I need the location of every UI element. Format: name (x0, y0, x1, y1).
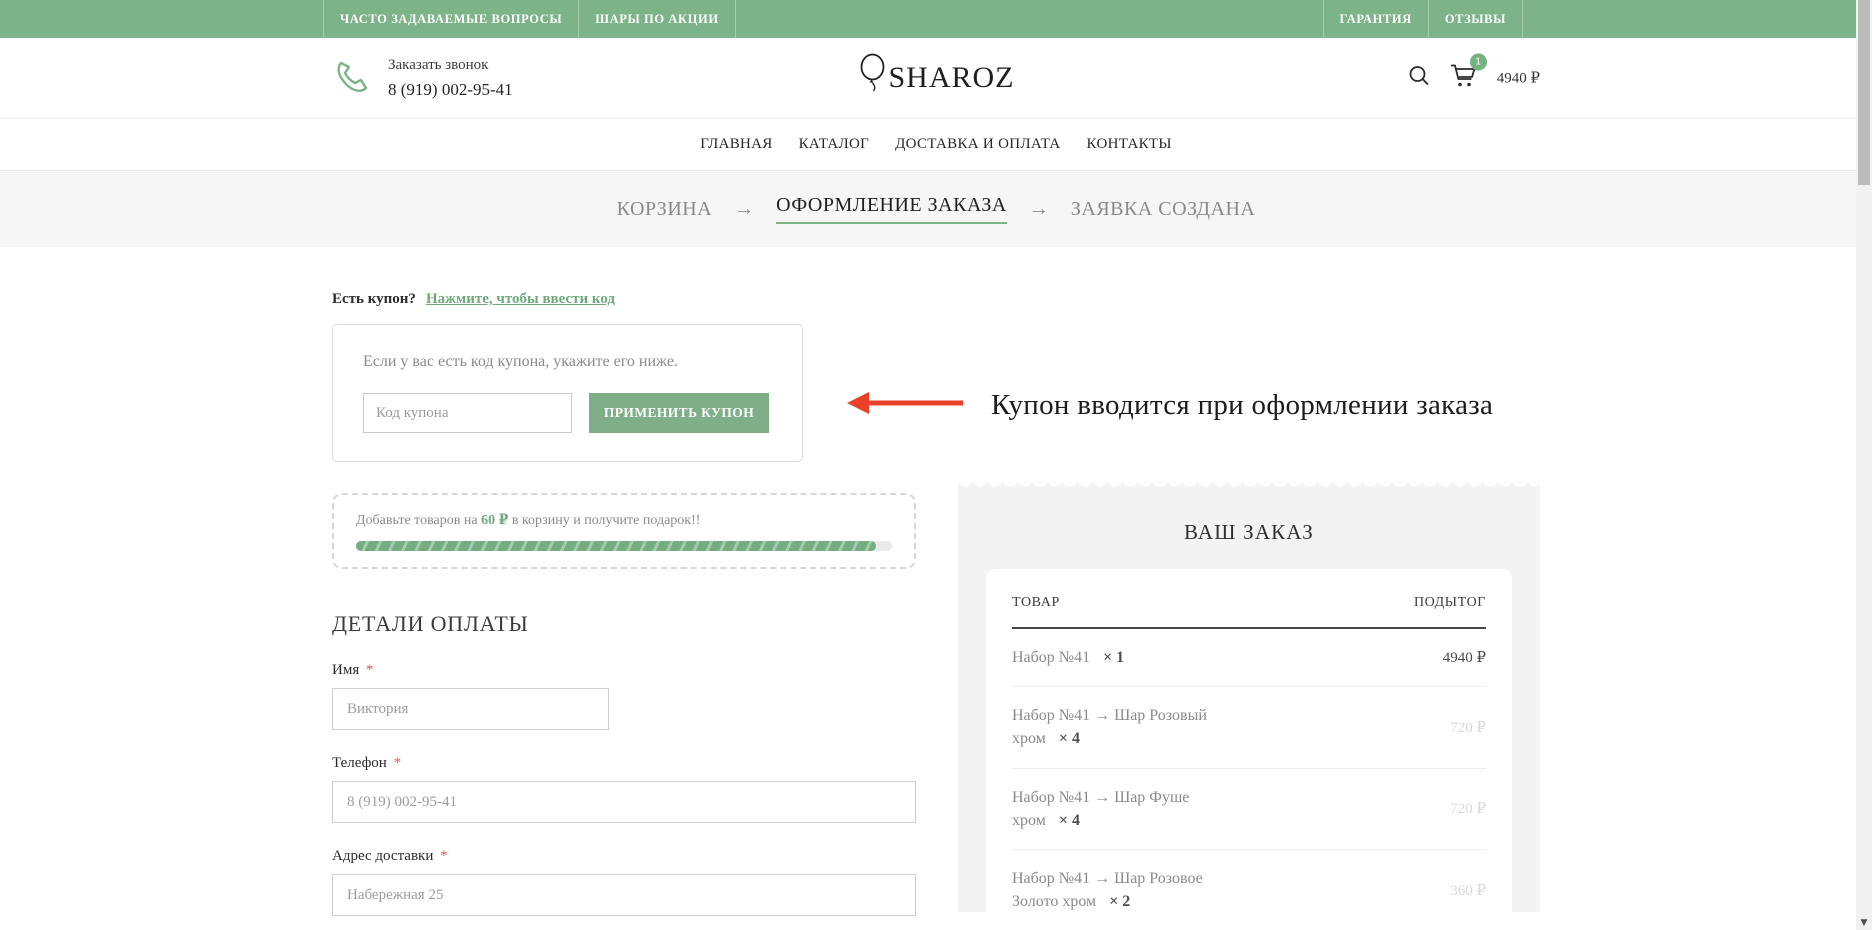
form-field: Телефон * (332, 755, 916, 823)
topbar: ЧАСТО ЗАДАВАЕМЫЕ ВОПРОСЫШАРЫ ПО АКЦИИ ГА… (0, 0, 1872, 38)
red-arrow-icon (845, 388, 967, 423)
gift-progress-fill (356, 541, 876, 551)
coupon-code-input[interactable] (363, 393, 572, 433)
checkout-step[interactable]: ЗАЯВКА СОЗДАНА (1071, 198, 1255, 221)
topbar-item[interactable]: ОТЗЫВЫ (1428, 0, 1523, 38)
gift-progress-banner: Добавьте товаров на 60 ₽ в корзину и пол… (332, 493, 916, 569)
callback-block[interactable]: Заказать звонок 8 (919) 002-95-41 (332, 54, 513, 102)
coupon-question-row: Есть купон? Нажмите, чтобы ввести код (332, 291, 1540, 308)
order-item-price: 720 ₽ (1450, 718, 1486, 737)
phone-icon (332, 56, 372, 101)
order-rows: Набор №41 × 1 4940 ₽ Набор №41 → Шар Розов… (1012, 629, 1486, 912)
phone-number[interactable]: 8 (919) 002-95-41 (388, 77, 513, 103)
order-item-price: 4940 ₽ (1443, 648, 1486, 667)
field-label: Телефон * (332, 755, 916, 772)
order-table-header: ТОВАР ПОДЫТОГ (1012, 595, 1486, 629)
billing-form: Имя * Телефон * Адрес доставки * (332, 662, 916, 916)
search-icon[interactable] (1407, 64, 1431, 93)
order-item-row: Набор №41 → Шар Фуше хром × 4 720 ₽ (1012, 769, 1486, 850)
apply-coupon-button[interactable]: ПРИМЕНИТЬ КУПОН (589, 393, 769, 433)
breadcrumb-arrow-icon: → (734, 198, 754, 221)
order-item-row: Набор №41 → Шар Розовое Золото хром × 2 3… (1012, 850, 1486, 912)
order-card: ТОВАР ПОДЫТОГ Набор №41 × 14940 ₽Набор №… (986, 569, 1512, 912)
topbar-item[interactable]: ГАРАНТИЯ (1323, 0, 1428, 38)
gift-progress-track (356, 541, 892, 551)
order-item-price: 360 ₽ (1450, 881, 1486, 900)
billing-title: ДЕТАЛИ ОПЛАТЫ (332, 611, 916, 637)
scrollbar-down-arrow[interactable]: ▼ (1856, 918, 1872, 928)
main-nav: ГЛАВНАЯ КАТАЛОГ ДОСТАВКА И ОПЛАТА КОНТАКТЫ (0, 118, 1872, 171)
text-input[interactable] (332, 781, 916, 823)
coupon-hint: Если у вас есть код купона, укажите его … (363, 353, 772, 371)
order-item-row: Набор №41 → Шар Розовый хром × 4 720 ₽ (1012, 687, 1486, 768)
required-asterisk: * (390, 755, 401, 771)
order-item-qty: × 4 (1055, 730, 1080, 747)
order-item-row: Набор №41 × 1 4940 ₽ (1012, 629, 1486, 687)
cart-total[interactable]: 4940 ₽ (1497, 69, 1540, 88)
text-input[interactable] (332, 688, 609, 730)
order-item-price: 720 ₽ (1450, 799, 1486, 818)
checkout-step[interactable]: КОРЗИНА (617, 198, 713, 221)
order-item-qty: × 2 (1105, 893, 1130, 910)
checkout-step: ОФОРМЛЕНИЕ ЗАКАЗА (776, 194, 1007, 224)
receipt-scallop-edge (958, 482, 1540, 494)
balloon-icon (857, 53, 888, 103)
order-col-product: ТОВАР (1012, 595, 1060, 611)
checkout-left-column: Добавьте товаров на 60 ₽ в корзину и пол… (332, 482, 916, 916)
gift-amount: 60 ₽ (481, 513, 508, 528)
topbar-left-menu: ЧАСТО ЗАДАВАЕМЫЕ ВОПРОСЫШАРЫ ПО АКЦИИ (323, 0, 736, 38)
callback-label[interactable]: Заказать звонок (388, 54, 513, 77)
breadcrumb-arrow-icon: → (1029, 198, 1049, 221)
order-title: ВАШ ЗАКАЗ (958, 520, 1540, 545)
order-item-name: Набор №41 → Шар Розовое Золото хром × 2 (1012, 867, 1212, 912)
form-field: Адрес доставки * (332, 848, 916, 916)
nav-item[interactable]: ГЛАВНАЯ (700, 136, 772, 153)
field-label: Имя * (332, 662, 916, 679)
logo[interactable]: SHAROZ (857, 53, 1014, 103)
nav-item[interactable]: КАТАЛОГ (799, 136, 870, 153)
cart-count-badge: 1 (1470, 54, 1487, 71)
coupon-annotation: Купон вводится при оформлении заказа (845, 388, 1493, 423)
annotation-text: Купон вводится при оформлении заказа (991, 389, 1493, 422)
topbar-item[interactable]: ЧАСТО ЗАДАВАЕМЫЕ ВОПРОСЫ (323, 0, 578, 38)
page-scrollbar[interactable]: ▼ (1856, 0, 1872, 930)
order-summary-panel: ВАШ ЗАКАЗ ТОВАР ПОДЫТОГ Набор №41 × 1 494… (958, 482, 1540, 912)
main-content: Есть купон? Нажмите, чтобы ввести код Ес… (332, 247, 1540, 916)
order-item-name: Набор №41 → Шар Розовый хром × 4 (1012, 704, 1212, 750)
order-col-subtotal: ПОДЫТОГ (1414, 595, 1486, 611)
form-field: Имя * (332, 662, 916, 730)
scrollbar-thumb[interactable] (1858, 0, 1870, 185)
cart-icon[interactable]: 1 (1449, 63, 1479, 94)
header: Заказать звонок 8 (919) 002-95-41 SHAROZ (0, 38, 1872, 118)
gift-text: Добавьте товаров на 60 ₽ в корзину и пол… (356, 512, 892, 529)
coupon-toggle-link[interactable]: Нажмите, чтобы ввести код (426, 291, 615, 308)
order-item-name: Набор №41 → Шар Фуше хром × 4 (1012, 786, 1212, 832)
order-item-qty: × 4 (1055, 812, 1080, 829)
checkout-steps: КОРЗИНА → ОФОРМЛЕНИЕ ЗАКАЗА → ЗАЯВКА СОЗДАНА (0, 171, 1872, 247)
logo-text: SHAROZ (888, 61, 1014, 95)
nav-item[interactable]: КОНТАКТЫ (1087, 136, 1172, 153)
field-label: Адрес доставки * (332, 848, 916, 865)
coupon-row: Если у вас есть код купона, укажите его … (332, 324, 1540, 462)
nav-item[interactable]: ДОСТАВКА И ОПЛАТА (895, 136, 1060, 153)
coupon-form: Если у вас есть код купона, укажите его … (332, 324, 803, 462)
required-asterisk: * (362, 662, 373, 678)
topbar-right-menu: ГАРАНТИЯОТЗЫВЫ (1323, 0, 1523, 38)
required-asterisk: * (436, 848, 447, 864)
coupon-question-label: Есть купон? (332, 291, 416, 308)
topbar-item[interactable]: ШАРЫ ПО АКЦИИ (578, 0, 735, 38)
order-item-name: Набор №41 × 1 (1012, 646, 1212, 669)
text-input[interactable] (332, 874, 916, 916)
order-item-qty: × 1 (1099, 649, 1124, 666)
